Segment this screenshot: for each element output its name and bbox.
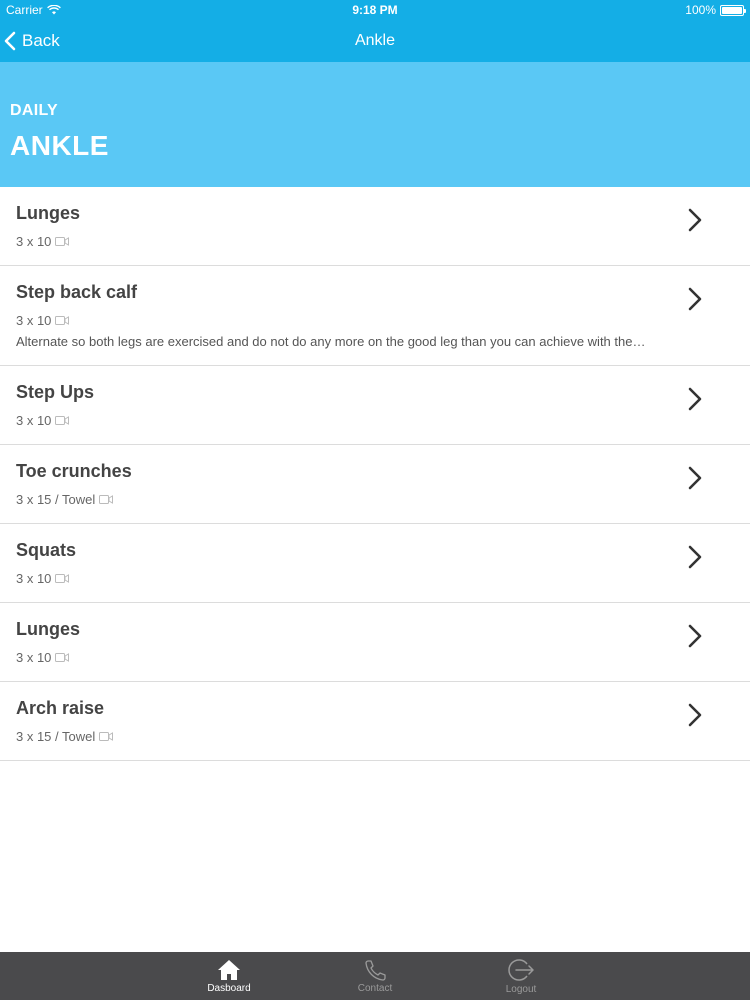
exercise-description: Alternate so both legs are exercised and…	[16, 334, 646, 349]
app-screen: Carrier 9:18 PM 100% Back Ankle DAILY AN…	[0, 0, 750, 1000]
status-right: 100%	[544, 3, 746, 17]
exercise-name: Lunges	[16, 619, 81, 639]
tab-label: Logout	[505, 983, 537, 995]
exercise-row[interactable]: Lunges 3 x 10	[0, 603, 750, 682]
header-subtitle: DAILY	[10, 102, 59, 119]
status-bar: Carrier 9:18 PM 100%	[0, 0, 750, 20]
video-icon	[99, 732, 114, 741]
chevron-right-icon	[688, 466, 702, 490]
tab-logout[interactable]: Logout	[448, 952, 594, 1000]
exercise-sets: 3 x 10	[16, 413, 52, 428]
phone-icon	[365, 959, 386, 981]
carrier-label: Carrier	[6, 3, 43, 17]
exercise-meta: 3 x 10	[16, 650, 670, 665]
video-icon	[55, 416, 70, 425]
video-icon	[55, 237, 70, 246]
video-icon	[55, 316, 70, 325]
exercise-name: Step Ups	[16, 382, 95, 402]
chevron-right-icon	[688, 208, 702, 232]
nav-title: Ankle	[354, 32, 396, 49]
video-icon	[55, 653, 70, 662]
exercise-meta: 3 x 10	[16, 313, 670, 328]
exercise-row[interactable]: Step Ups 3 x 10	[0, 366, 750, 445]
home-icon	[218, 959, 240, 980]
chevron-right-icon	[688, 545, 702, 569]
chevron-right-icon	[688, 624, 702, 648]
exercise-meta: 3 x 15 / Towel	[16, 729, 670, 744]
exercise-sets: 3 x 10	[16, 571, 52, 586]
tab-label: Dasboard	[207, 982, 251, 994]
exercise-list: Lunges 3 x 10 Step back calf 3 x 10 Alte…	[0, 187, 750, 761]
video-icon	[55, 574, 70, 583]
exercise-row[interactable]: Step back calf 3 x 10 Alternate so both …	[0, 266, 750, 366]
exercise-meta: 3 x 10	[16, 571, 670, 586]
exercise-name: Squats	[16, 540, 77, 560]
chevron-right-icon	[688, 387, 702, 411]
tab-contact[interactable]: Contact	[302, 952, 448, 1000]
tab-label: Contact	[357, 982, 393, 994]
video-icon	[99, 495, 114, 504]
exercise-row[interactable]: Arch raise 3 x 15 / Towel	[0, 682, 750, 761]
wifi-icon	[46, 5, 61, 15]
exercise-sets: 3 x 10	[16, 234, 52, 249]
chevron-left-icon	[4, 31, 16, 51]
battery-fill	[722, 6, 742, 14]
battery-percent: 100%	[685, 3, 716, 17]
navigation-bar: Back Ankle	[0, 20, 750, 62]
status-time: 9:18 PM	[352, 3, 398, 17]
exercise-name: Lunges	[16, 203, 81, 223]
exercise-sets: 3 x 15 / Towel	[16, 492, 96, 507]
exercise-name: Arch raise	[16, 698, 105, 718]
header-title: ANKLE	[10, 130, 109, 161]
exercise-row[interactable]: Toe crunches 3 x 15 / Towel	[0, 445, 750, 524]
tab-dashboard[interactable]: Dasboard	[156, 952, 302, 1000]
exercise-meta: 3 x 10	[16, 234, 670, 249]
exercise-row[interactable]: Squats 3 x 10	[0, 524, 750, 603]
status-left: Carrier	[6, 3, 206, 17]
exercise-sets: 3 x 15 / Towel	[16, 729, 96, 744]
header-banner: DAILY ANKLE	[0, 62, 750, 187]
logout-icon	[508, 958, 534, 981]
back-label: Back	[22, 31, 60, 50]
back-button[interactable]: Back	[4, 20, 60, 62]
chevron-right-icon	[688, 703, 702, 727]
exercise-meta: 3 x 15 / Towel	[16, 492, 670, 507]
chevron-right-icon	[688, 287, 702, 311]
tab-bar: Dasboard Contact Logout	[0, 952, 750, 1000]
exercise-name: Toe crunches	[16, 461, 132, 481]
exercise-row[interactable]: Lunges 3 x 10	[0, 187, 750, 266]
exercise-name: Step back calf	[16, 282, 138, 302]
exercise-sets: 3 x 10	[16, 313, 52, 328]
battery-icon	[720, 4, 746, 16]
exercise-meta: 3 x 10	[16, 413, 670, 428]
exercise-sets: 3 x 10	[16, 650, 52, 665]
